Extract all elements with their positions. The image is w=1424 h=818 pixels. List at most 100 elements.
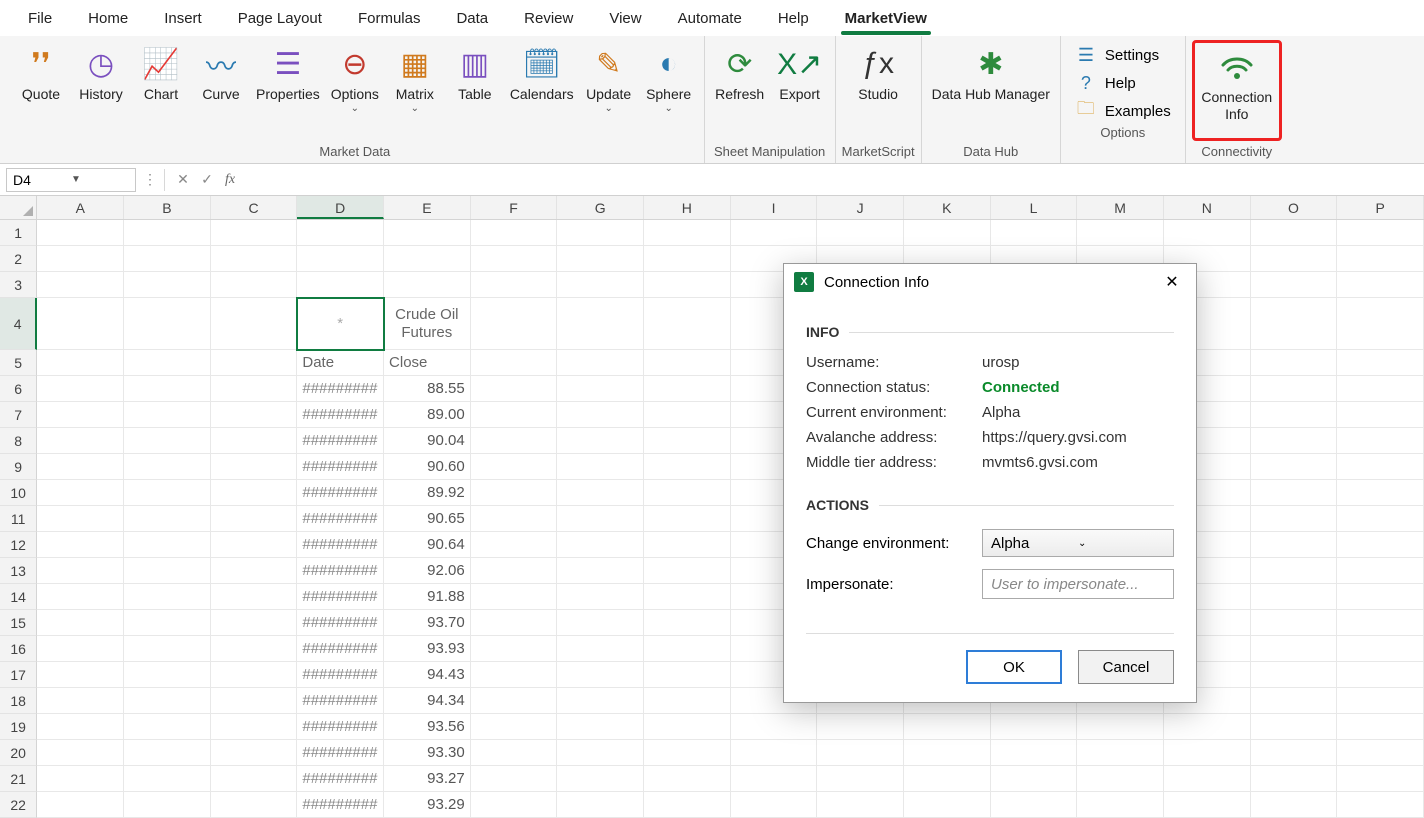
cell[interactable]: [1337, 610, 1424, 636]
cell[interactable]: [557, 298, 644, 350]
curve-button[interactable]: 〰Curve: [192, 40, 250, 141]
cell[interactable]: 89.92: [384, 480, 471, 506]
cell[interactable]: [817, 220, 904, 246]
cell[interactable]: [557, 428, 644, 454]
cell[interactable]: [557, 766, 644, 792]
cell[interactable]: [644, 480, 731, 506]
cell[interactable]: [557, 480, 644, 506]
row-header[interactable]: 5: [0, 350, 37, 376]
cell[interactable]: #########: [297, 766, 384, 792]
cell[interactable]: 93.56: [384, 714, 471, 740]
cell[interactable]: [124, 506, 211, 532]
cell[interactable]: [1077, 714, 1164, 740]
cell[interactable]: [1077, 766, 1164, 792]
cell[interactable]: [471, 350, 558, 376]
quote-button[interactable]: ❜❜Quote: [12, 40, 70, 141]
cell[interactable]: [1164, 714, 1251, 740]
cell[interactable]: [384, 220, 471, 246]
cell[interactable]: [644, 532, 731, 558]
cell[interactable]: [904, 740, 991, 766]
cell[interactable]: [471, 272, 558, 298]
cell[interactable]: [471, 428, 558, 454]
cell[interactable]: [1337, 636, 1424, 662]
cell[interactable]: [1337, 246, 1424, 272]
cell[interactable]: 94.34: [384, 688, 471, 714]
cell[interactable]: [1251, 506, 1338, 532]
cell[interactable]: [384, 246, 471, 272]
cell[interactable]: [1337, 376, 1424, 402]
cell[interactable]: [124, 298, 211, 350]
row-header[interactable]: 7: [0, 402, 37, 428]
row-header[interactable]: 19: [0, 714, 37, 740]
cell[interactable]: [817, 740, 904, 766]
cell[interactable]: [644, 376, 731, 402]
cell[interactable]: [1337, 584, 1424, 610]
cell[interactable]: [1337, 688, 1424, 714]
refresh-button[interactable]: ⟳Refresh: [711, 40, 769, 141]
cell[interactable]: [211, 792, 298, 818]
row-header[interactable]: 13: [0, 558, 37, 584]
cell[interactable]: [904, 792, 991, 818]
tab-help[interactable]: Help: [760, 4, 827, 33]
row-header[interactable]: 8: [0, 428, 37, 454]
cell[interactable]: [124, 454, 211, 480]
column-header[interactable]: J: [817, 196, 904, 219]
cell[interactable]: [731, 220, 818, 246]
cell[interactable]: [1251, 428, 1338, 454]
cell[interactable]: #########: [297, 792, 384, 818]
cell[interactable]: [124, 558, 211, 584]
cell[interactable]: #########: [297, 376, 384, 402]
examples-button[interactable]: 🗀Examples: [1075, 100, 1171, 122]
export-button[interactable]: X↗Export: [771, 40, 829, 141]
cell[interactable]: [124, 688, 211, 714]
column-header[interactable]: B: [124, 196, 211, 219]
cell[interactable]: [124, 714, 211, 740]
cell[interactable]: [1251, 480, 1338, 506]
cell[interactable]: [471, 220, 558, 246]
cell[interactable]: [37, 558, 124, 584]
cell[interactable]: [1251, 246, 1338, 272]
cell[interactable]: [37, 688, 124, 714]
column-header[interactable]: E: [384, 196, 471, 219]
cell[interactable]: [124, 428, 211, 454]
cell[interactable]: [124, 766, 211, 792]
cell[interactable]: [471, 298, 558, 350]
cell[interactable]: [557, 376, 644, 402]
cell[interactable]: [991, 766, 1078, 792]
cell[interactable]: [211, 246, 298, 272]
cell[interactable]: #########: [297, 714, 384, 740]
cell[interactable]: [1251, 636, 1338, 662]
cell[interactable]: [1337, 480, 1424, 506]
cell[interactable]: [297, 246, 384, 272]
cell[interactable]: #########: [297, 610, 384, 636]
cell[interactable]: #########: [297, 532, 384, 558]
cell[interactable]: [471, 532, 558, 558]
cell[interactable]: [124, 532, 211, 558]
cell[interactable]: [124, 220, 211, 246]
select-all-corner[interactable]: [0, 196, 37, 219]
dialog-titlebar[interactable]: X Connection Info ✕: [784, 264, 1196, 300]
cell[interactable]: [817, 792, 904, 818]
cell[interactable]: [471, 610, 558, 636]
cell[interactable]: [557, 350, 644, 376]
column-header[interactable]: A: [37, 196, 124, 219]
cell[interactable]: [211, 766, 298, 792]
impersonate-input[interactable]: User to impersonate...: [982, 569, 1174, 599]
cell[interactable]: [37, 428, 124, 454]
row-header[interactable]: 4: [0, 298, 37, 350]
column-header[interactable]: D: [297, 196, 384, 219]
cell[interactable]: [991, 792, 1078, 818]
cell[interactable]: [211, 298, 298, 350]
cell[interactable]: [1251, 688, 1338, 714]
cell[interactable]: [557, 610, 644, 636]
cell[interactable]: [731, 792, 818, 818]
row-header[interactable]: 10: [0, 480, 37, 506]
cell[interactable]: [644, 766, 731, 792]
cell[interactable]: *: [297, 298, 384, 350]
cell[interactable]: [37, 532, 124, 558]
cell[interactable]: [471, 792, 558, 818]
cell[interactable]: [644, 610, 731, 636]
cell[interactable]: [557, 584, 644, 610]
close-icon[interactable]: ✕: [1158, 268, 1186, 296]
cell[interactable]: [644, 740, 731, 766]
